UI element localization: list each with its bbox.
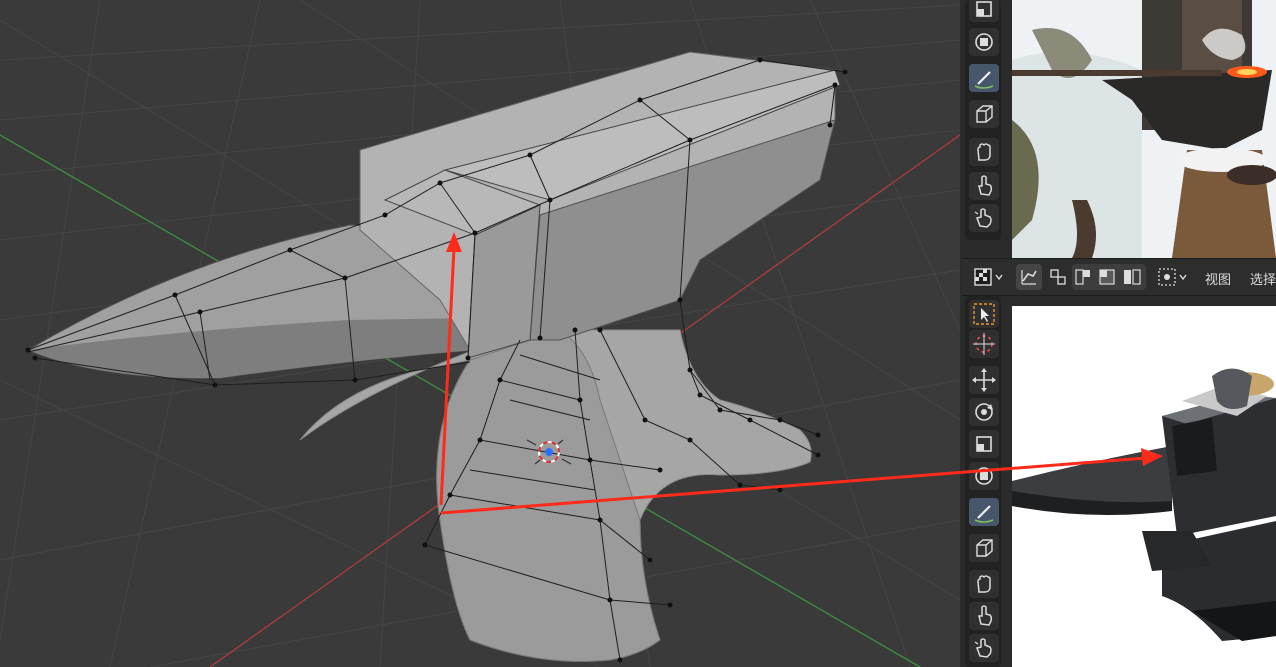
pinch-hand-icon (974, 208, 992, 228)
add-cube-tool-icon (976, 539, 993, 557)
uv-mode-dropdown[interactable] (1156, 264, 1192, 290)
cursor-tool[interactable] (969, 330, 999, 358)
object-origin (545, 448, 553, 456)
transform-tool-icon (975, 467, 993, 485)
viewport-scene[interactable] (0, 0, 960, 667)
grab-hand-tool[interactable] (969, 570, 999, 598)
pointer-hand-tool[interactable] (969, 172, 999, 200)
grab-hand-icon (977, 575, 991, 593)
annotate-tool[interactable] (969, 498, 999, 526)
add-cube-tool[interactable] (969, 100, 999, 128)
bottom-tool-shelf (965, 296, 1001, 667)
3d-viewport[interactable] (0, 0, 960, 667)
scale-tool[interactable] (969, 0, 999, 22)
transform-tool-icon (975, 33, 993, 51)
top-tool-shelf (965, 0, 1001, 240)
display-alpha-icon (1124, 269, 1141, 285)
reference-image-anvil (1012, 306, 1276, 667)
move-tool[interactable] (969, 366, 999, 394)
select-menu[interactable]: 选择 (1250, 269, 1276, 288)
display-mode-group (1072, 264, 1146, 290)
pointer-hand-tool[interactable] (969, 602, 999, 630)
grab-hand-icon (977, 143, 991, 161)
move-tool-icon (972, 368, 996, 392)
pinch-hand-tool[interactable] (969, 634, 999, 662)
pinch-hand-icon (974, 638, 992, 658)
sync-toggle-icon (1021, 270, 1037, 285)
select-box-tool[interactable] (969, 300, 999, 328)
add-cube-tool[interactable] (969, 534, 999, 562)
display-color-icon (1099, 269, 1115, 285)
rotate-tool[interactable] (969, 398, 999, 426)
uv-mode-icon (1158, 268, 1187, 286)
pinch-hand-tool[interactable] (969, 204, 999, 232)
annotate-tool-icon (974, 505, 994, 523)
pointer-hand-icon (978, 605, 993, 626)
transform-tool[interactable] (969, 28, 999, 56)
cursor-tool-icon (973, 333, 995, 355)
display-channel-icon (1050, 269, 1066, 285)
scale-tool-icon (976, 436, 992, 452)
annotate-tool-icon (974, 71, 994, 89)
rotate-tool-icon (975, 403, 993, 421)
reference-photo-forge (1012, 0, 1276, 258)
scale-tool-icon (976, 1, 992, 17)
image-editor-type-icon (974, 268, 1003, 286)
pointer-hand-icon (978, 175, 993, 196)
select-box-tool-icon (973, 303, 995, 325)
sync-toggle[interactable] (1016, 264, 1042, 290)
image-editor-panel (960, 0, 1276, 667)
editor-type-dropdown[interactable] (970, 264, 1008, 290)
scale-tool[interactable] (969, 430, 999, 458)
display-channel-button[interactable] (1048, 264, 1070, 290)
grab-hand-tool[interactable] (969, 138, 999, 166)
view-menu[interactable]: 视图 (1205, 269, 1231, 288)
add-cube-tool-icon (976, 105, 993, 123)
annotate-tool[interactable] (969, 64, 999, 92)
transform-tool[interactable] (969, 462, 999, 490)
anvil-base (299, 329, 812, 662)
image-editor-header: 视图 选择 (962, 258, 1276, 296)
display-single-icon (1075, 269, 1090, 285)
